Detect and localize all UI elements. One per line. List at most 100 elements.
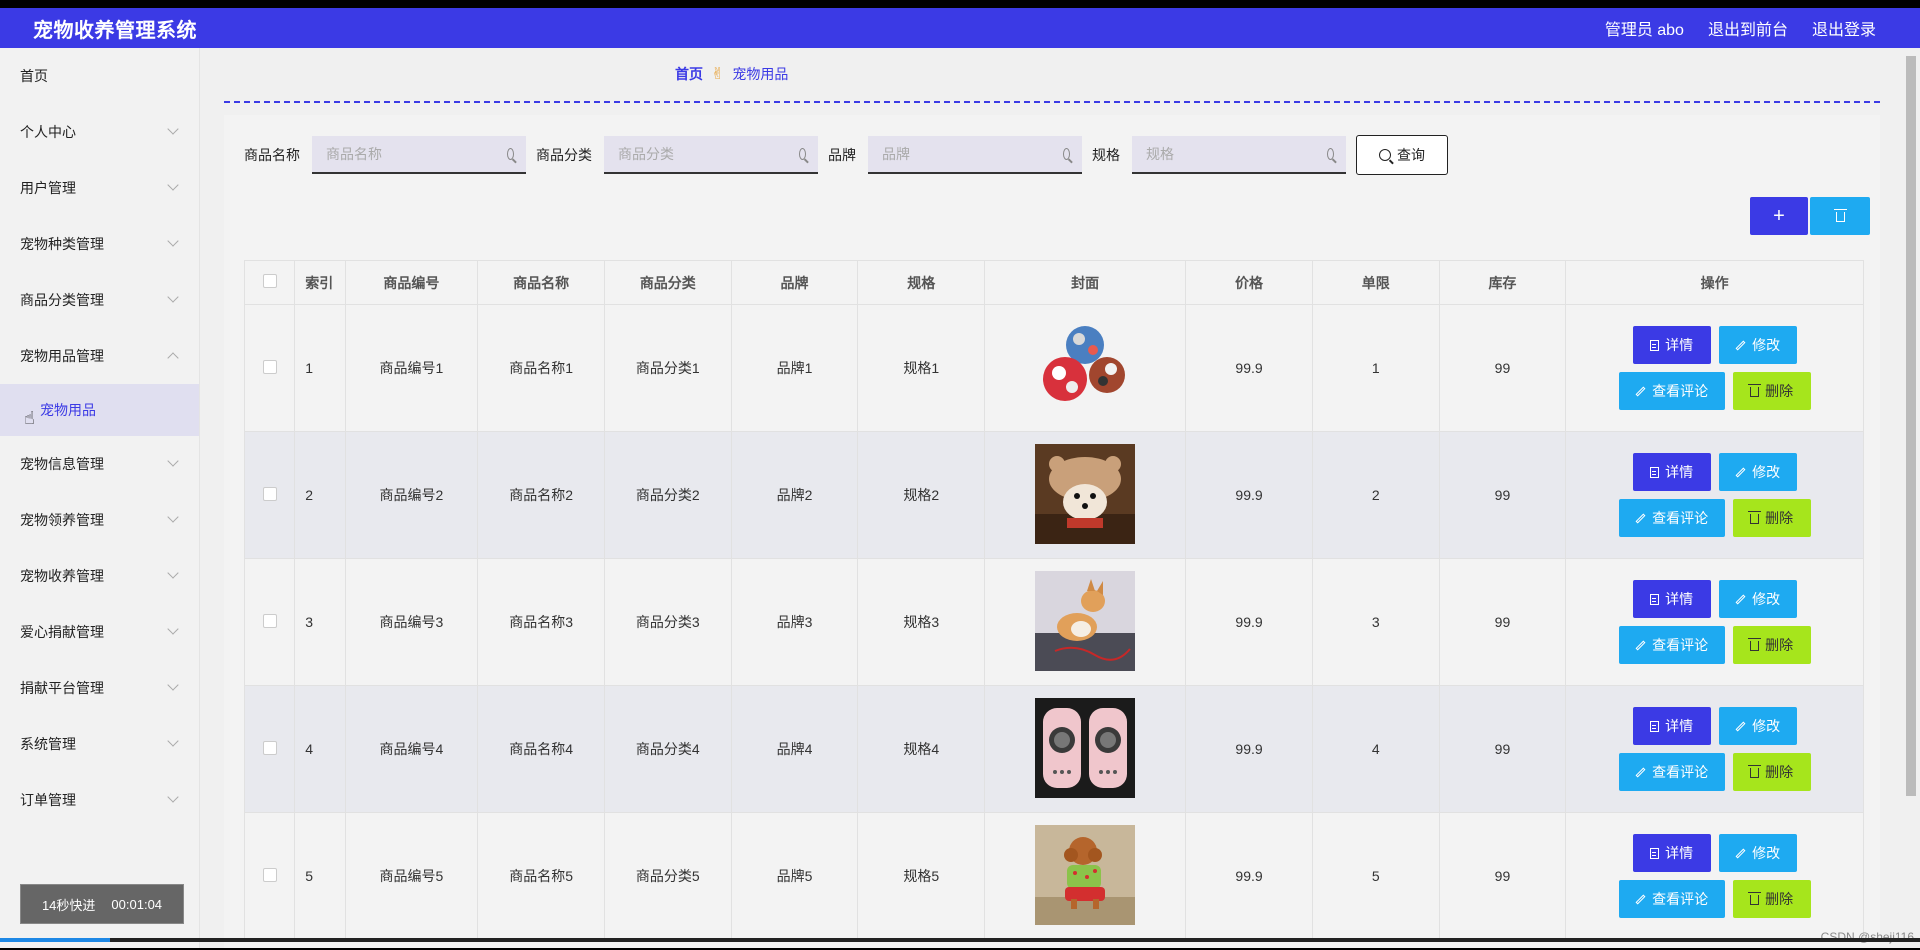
chevron-down-icon [167,511,179,523]
spec-search-field[interactable] [1132,136,1346,174]
delete-button[interactable]: 删除 [1732,880,1811,918]
row-select-cell [243,431,296,559]
name-search-input[interactable] [326,146,507,162]
query-button[interactable]: 查询 [1356,135,1448,175]
add-button[interactable]: + [1750,197,1808,235]
sidebar-item-home[interactable]: 首页 [0,48,199,104]
row-checkbox[interactable] [262,867,277,882]
cell-limit: 5 [1311,812,1440,940]
delete-button-label: 删除 [1765,764,1794,780]
edit-button[interactable]: 修改 [1718,834,1797,872]
document-icon [1650,593,1660,605]
table-row: 5 商品编号5 商品名称5 商品分类5 品牌5 规格5 99.9 5 99 详情… [243,812,1864,940]
cell-index: 4 [294,685,346,813]
detail-button[interactable]: 详情 [1632,326,1711,364]
exit-to-front-link[interactable]: 退出到前台 [1708,16,1788,40]
brand-search-field[interactable] [868,136,1082,174]
sidebar-item-system[interactable]: 系统管理 [0,716,199,772]
sidebar-item-personal-center[interactable]: 个人中心 [0,104,199,160]
playback-speed-overlay[interactable]: 14秒快进 00:01:04 [20,884,184,924]
row-checkbox[interactable] [262,613,277,628]
admin-user-label[interactable]: 管理员 abo [1605,16,1684,40]
video-progress-bar[interactable] [0,938,1920,942]
detail-button[interactable]: 详情 [1632,453,1711,491]
pencil-icon [1735,340,1746,350]
select-all-cell[interactable] [243,260,296,305]
cell-code: 商品编号1 [344,304,479,432]
detail-button[interactable]: 详情 [1632,580,1711,618]
category-search-input[interactable] [618,146,799,162]
sidebar-item-product-category[interactable]: 商品分类管理 [0,272,199,328]
column-header-brand: 品牌 [730,260,859,305]
table-row: 1 商品编号1 商品名称1 商品分类1 品牌1 规格1 99.9 1 99 详情… [243,304,1864,432]
pencil-icon [1635,640,1646,650]
sidebar-item-label: 商品分类管理 [20,292,104,308]
chevron-down-icon [167,735,179,747]
view-comments-button[interactable]: 查看评论 [1618,880,1725,918]
pencil-icon [1635,767,1646,777]
brand-search-input[interactable] [882,146,1063,162]
cell-brand: 品牌3 [730,558,859,686]
cell-spec: 规格4 [857,685,986,813]
scrollbar-thumb[interactable] [1906,56,1916,796]
sidebar-item-label: 爱心捐献管理 [20,624,104,640]
detail-button[interactable]: 详情 [1632,834,1711,872]
sidebar-subitem-pet-supplies[interactable]: 宠物用品 ☝ [0,384,199,436]
cell-cover [984,558,1187,686]
top-header: 宠物收养管理系统 管理员 abo 退出到前台 退出登录 [0,8,1920,48]
sidebar-item-donation-platform[interactable]: 捐献平台管理 [0,660,199,716]
column-header-index: 索引 [294,260,346,305]
detail-button-label: 详情 [1665,464,1694,480]
select-all-checkbox[interactable] [262,274,277,288]
chevron-down-icon [167,567,179,579]
query-button-label: 查询 [1397,147,1425,163]
logout-link[interactable]: 退出登录 [1812,16,1876,40]
column-header-category: 商品分类 [603,260,732,305]
vertical-scrollbar[interactable] [1900,48,1920,948]
category-search-field[interactable] [604,136,818,174]
row-checkbox[interactable] [262,359,277,374]
search-icon [1063,148,1070,160]
bulk-delete-button[interactable] [1810,197,1870,235]
sidebar-item-orders[interactable]: 订单管理 [0,772,199,828]
column-header-stock: 库存 [1438,260,1567,305]
category-search-label: 商品分类 [536,147,592,163]
view-comments-button[interactable]: 查看评论 [1618,753,1725,791]
edit-button[interactable]: 修改 [1718,707,1797,745]
cell-index: 3 [294,558,346,686]
edit-button[interactable]: 修改 [1718,453,1797,491]
cover-image-pet-carrier [1035,697,1136,798]
view-comments-button[interactable]: 查看评论 [1618,372,1725,410]
row-checkbox[interactable] [262,486,277,501]
view-comments-button[interactable]: 查看评论 [1618,499,1725,537]
delete-button[interactable]: 删除 [1732,499,1811,537]
edit-button[interactable]: 修改 [1718,326,1797,364]
detail-button-label: 详情 [1665,845,1694,861]
sidebar-item-pet-info[interactable]: 宠物信息管理 [0,436,199,492]
row-select-cell [243,304,296,432]
name-search-field[interactable] [312,136,526,174]
delete-button[interactable]: 删除 [1732,372,1811,410]
delete-button[interactable]: 删除 [1732,753,1811,791]
delete-button[interactable]: 删除 [1732,626,1811,664]
sidebar-item-pet-rescue[interactable]: 宠物收养管理 [0,548,199,604]
row-checkbox[interactable] [262,740,277,755]
row-actions: 详情 修改 查看评论 删除 [1566,326,1863,410]
sidebar-item-pet-species[interactable]: 宠物种类管理 [0,216,199,272]
edit-button[interactable]: 修改 [1718,580,1797,618]
bulk-actions: + [1750,197,1870,235]
sidebar-item-donation[interactable]: 爱心捐献管理 [0,604,199,660]
detail-button[interactable]: 详情 [1632,707,1711,745]
sidebar-item-pet-supplies[interactable]: 宠物用品管理 [0,328,199,384]
view-comments-button-label: 查看评论 [1652,510,1709,526]
cell-price: 99.9 [1185,304,1313,432]
spec-search-input[interactable] [1146,146,1327,162]
sidebar-item-user-management[interactable]: 用户管理 [0,160,199,216]
header-actions: 管理员 abo 退出到前台 退出登录 [1605,16,1876,40]
view-comments-button[interactable]: 查看评论 [1618,626,1725,664]
edit-button-label: 修改 [1752,845,1781,861]
breadcrumb-home[interactable]: 首页 [675,64,703,84]
sidebar-item-pet-adoption[interactable]: 宠物领养管理 [0,492,199,548]
sidebar-item-label: 用户管理 [20,180,76,196]
sidebar-item-label: 首页 [20,68,48,84]
